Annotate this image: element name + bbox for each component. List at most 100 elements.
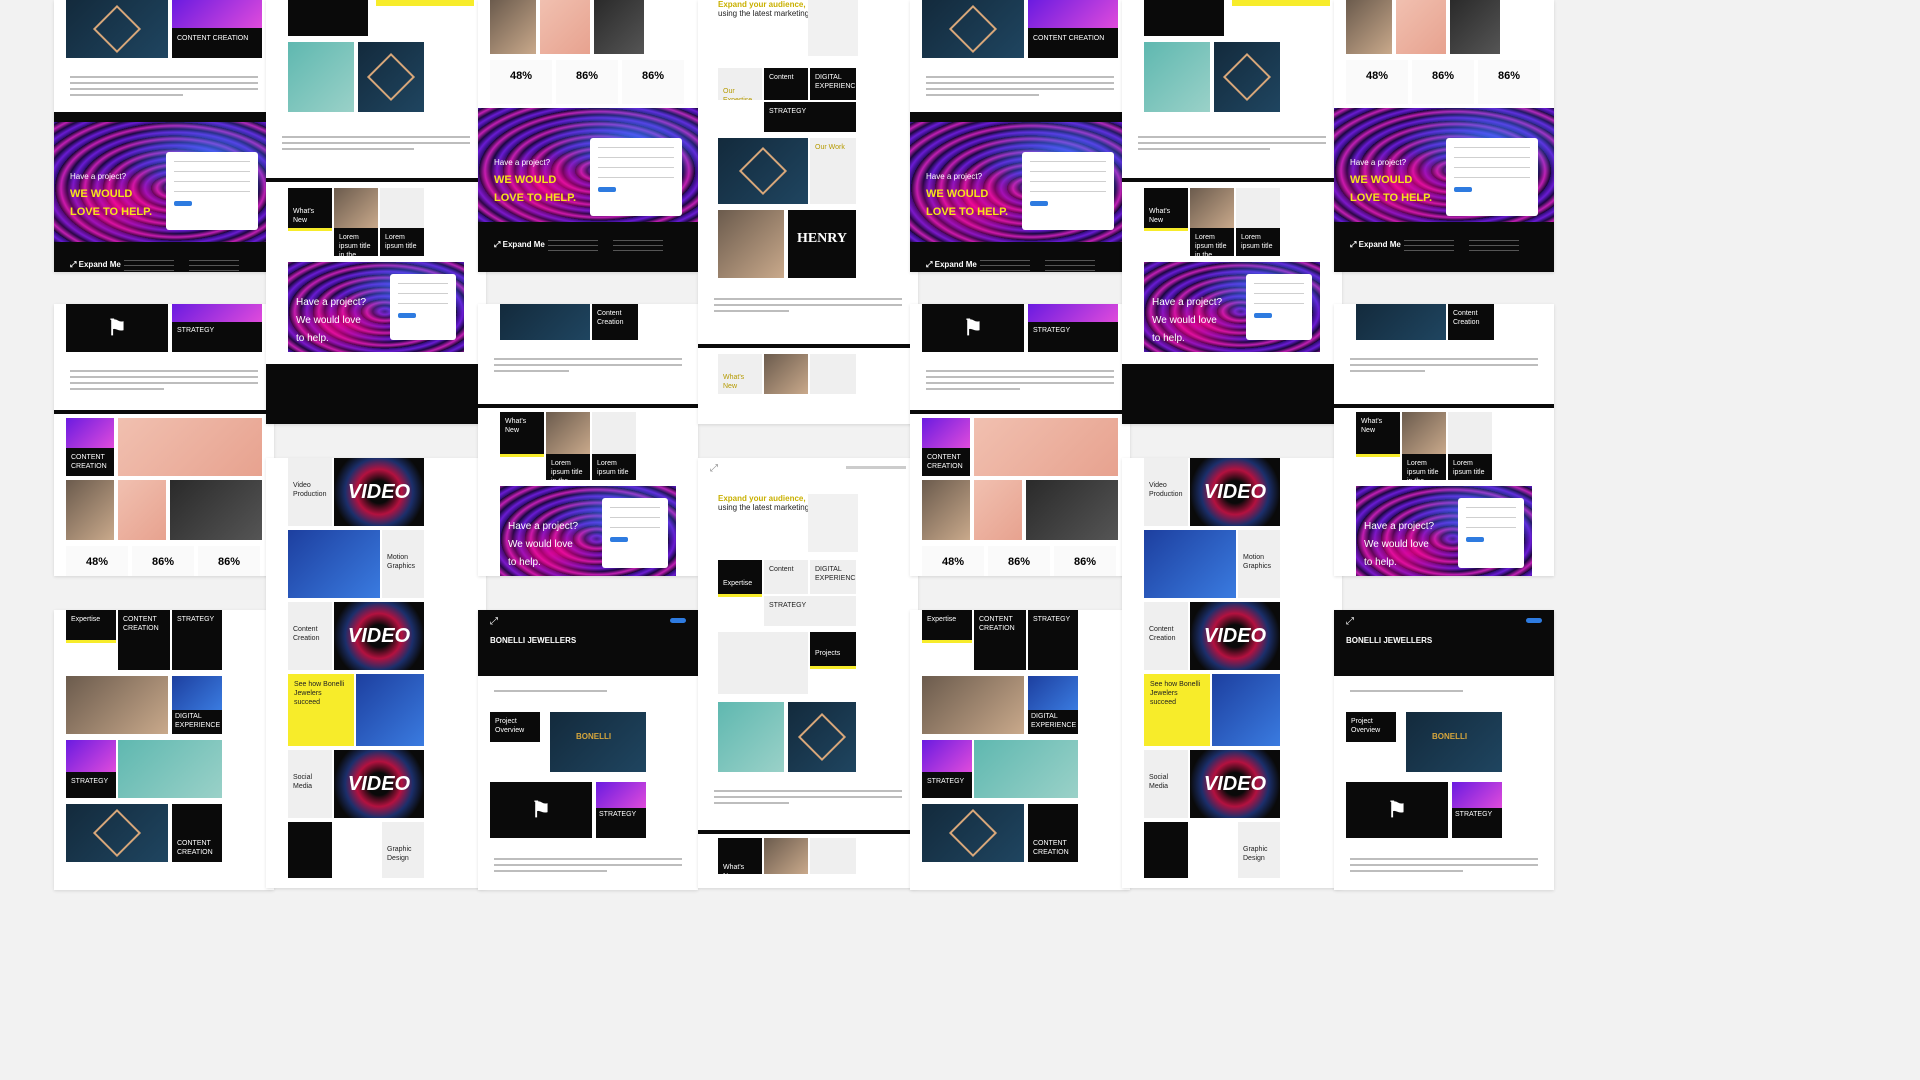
contact-form[interactable] (166, 152, 258, 230)
article-tile: Lorem ipsum title in the night of the li… (1402, 454, 1446, 480)
contact-form[interactable] (1246, 274, 1312, 340)
whats-new-label: What's New (1149, 208, 1171, 224)
submit-button[interactable] (174, 201, 192, 206)
article-title: Lorem ipsum title in the night of the li… (551, 460, 583, 480)
strategy-tile: STRATEGY (764, 596, 856, 626)
hero-text: Have a project? We would love to help. (296, 292, 366, 346)
expand-arrow-icon[interactable]: ⤢ (710, 463, 718, 474)
strategy-label: STRATEGY (599, 811, 637, 818)
whats-new-label: What's New (505, 418, 527, 434)
page-preview-card[interactable]: Expertise CONTENT CREATION STRATEGY DIGI… (910, 610, 1130, 890)
man-phone-photo (764, 838, 808, 874)
contact-form[interactable] (1022, 152, 1114, 230)
yellow-accent-line (718, 594, 762, 597)
phones-row (266, 0, 486, 40)
yellow-accent-line (922, 640, 972, 643)
video-tile[interactable]: VIDEO (1190, 750, 1280, 818)
case-study-tile[interactable]: See how Bonelli Jewelers succeed (1144, 674, 1210, 746)
hero-line-1: We would love (508, 539, 573, 550)
cta-button[interactable] (1526, 618, 1542, 623)
sign-photo (788, 702, 856, 772)
hero-text: Have a project? WE WOULD LOVE TO HELP. (70, 172, 152, 220)
page-preview-card[interactable]: Content Creation What's New Lorem ipsum … (478, 304, 698, 576)
content-creation-row: Content Creation VIDEO (1122, 602, 1342, 674)
contact-form[interactable] (602, 498, 668, 568)
expertise-label: Expertise (927, 616, 957, 623)
video-tile[interactable]: VIDEO (1190, 458, 1280, 526)
devices-photo (66, 676, 168, 734)
footer-contact (189, 256, 239, 272)
footer: ⤢ Expand Me (54, 242, 274, 272)
diamond-logo-icon (738, 146, 788, 196)
page-preview-card[interactable]: Content Creation What's New Lorem ipsum … (1334, 304, 1554, 576)
page-preview-card[interactable]: 48% 86% 86% Have a project? WE WOULD LOVE … (478, 0, 698, 272)
content-creation-tile: CONTENT CREATION (974, 610, 1026, 670)
contact-form[interactable] (390, 274, 456, 340)
contact-hero: Have a project? We would love to help. (288, 262, 464, 352)
nav-links[interactable] (846, 466, 906, 469)
strategy-label: STRATEGY (177, 327, 215, 334)
page-preview-card[interactable]: ⤢ Expand your audience, using the latest… (698, 458, 918, 888)
submit-button[interactable] (1454, 187, 1472, 192)
submit-button[interactable] (1466, 537, 1484, 542)
page-preview-card[interactable]: ⤢ BONELLI JEWELLERS Project Overview BON… (478, 610, 698, 890)
submit-button[interactable] (1030, 201, 1048, 206)
motion-graphics-row: Motion Graphics (266, 530, 486, 602)
page-preview-card[interactable]: ⚑ STRATEGY CONTENT CREATION 48% 86% 86% (54, 304, 274, 576)
page-preview-card[interactable]: CONTENT CREATION Have a project? WE WOUL… (910, 0, 1130, 272)
whats-new-tile: What's New (500, 412, 544, 454)
submit-button[interactable] (398, 313, 416, 318)
page-preview-card[interactable]: Video Production VIDEO Motion Graphics C… (266, 458, 486, 888)
page-preview-card[interactable]: Video Production VIDEO Motion Graphics C… (1122, 458, 1342, 888)
page-preview-card[interactable]: Expand your audience, using the latest m… (698, 0, 918, 424)
content-creation-tile: CONTENT CREATION (172, 804, 222, 862)
stat-value: 48% (922, 546, 984, 576)
whats-new-label: What's New (723, 374, 745, 390)
yellow-accent-bar (1232, 0, 1330, 6)
page-preview-card[interactable]: Expertise CONTENT CREATION STRATEGY DIGI… (54, 610, 274, 890)
video-tile[interactable]: VIDEO (334, 602, 424, 670)
article-title: Lorem ipsum title in the night of the li… (1407, 460, 1439, 480)
page-preview-card[interactable]: ⤢ BONELLI JEWELLERS Project Overview BON… (1334, 610, 1554, 890)
submit-button[interactable] (598, 187, 616, 192)
page-preview-card[interactable]: What's New Lorem ipsum title in the nigh… (1122, 0, 1342, 424)
page-preview-card[interactable]: 48% 86% 86% Have a project? WE WOULD LOVE … (1334, 0, 1554, 272)
diamond-logo-icon (92, 4, 142, 54)
content-creation-label: Content Creation (1453, 310, 1480, 326)
submit-button[interactable] (610, 537, 628, 542)
logo-mark-icon: ⚑ (107, 315, 127, 340)
sign-photo (500, 304, 590, 340)
video-tile[interactable]: VIDEO (334, 750, 424, 818)
whats-new-row: What's New Lorem ipsum title in the nigh… (1122, 182, 1342, 258)
contact-form[interactable] (1458, 498, 1524, 568)
content-creation-label: Content Creation (293, 626, 320, 642)
logo-strategy-row: ⚑ STRATEGY (478, 780, 698, 844)
hero-line-2: LOVE TO HELP. (926, 206, 1009, 218)
content-label: Content (769, 566, 794, 573)
page-preview-card[interactable]: ⚑ STRATEGY CONTENT CREATION 48% 86% 86% (910, 304, 1130, 576)
storefront-photo: BONELLI (1406, 712, 1502, 772)
testimonial-text (698, 776, 918, 830)
footer-logo: ⤢ Expand Me (494, 240, 545, 250)
project-title: BONELLI JEWELLERS (1346, 636, 1433, 645)
page-preview-card[interactable]: What's New Lorem ipsum title in the nigh… (266, 0, 486, 424)
video-tile[interactable]: VIDEO (334, 458, 424, 526)
diamond-logo-icon (797, 712, 847, 762)
expand-arrow-icon[interactable]: ⤢ (1346, 616, 1354, 627)
expand-arrow-icon: ⤢ (70, 260, 77, 269)
video-tile[interactable]: VIDEO (1190, 602, 1280, 670)
submit-button[interactable] (1254, 313, 1272, 318)
footer-logo: ⤢ Expand Me (926, 260, 977, 270)
contact-form[interactable] (1446, 138, 1538, 216)
stationery-row (1334, 0, 1554, 58)
motion-graphics-label: Motion Graphics (1243, 554, 1272, 570)
cta-button[interactable] (670, 618, 686, 623)
strategy-tile: STRATEGY (66, 772, 116, 798)
page-preview-card[interactable]: CONTENT CREATION Have a project? WE WOUL… (54, 0, 274, 272)
article-tile: Lorem ipsum title (1236, 228, 1280, 256)
case-study-tile[interactable]: See how Bonelli Jewelers succeed (288, 674, 354, 746)
expand-arrow-icon[interactable]: ⤢ (490, 616, 498, 627)
hero-text: Have a project? We would love to help. (508, 516, 578, 570)
contact-form[interactable] (590, 138, 682, 216)
portfolio-grid (698, 700, 918, 776)
